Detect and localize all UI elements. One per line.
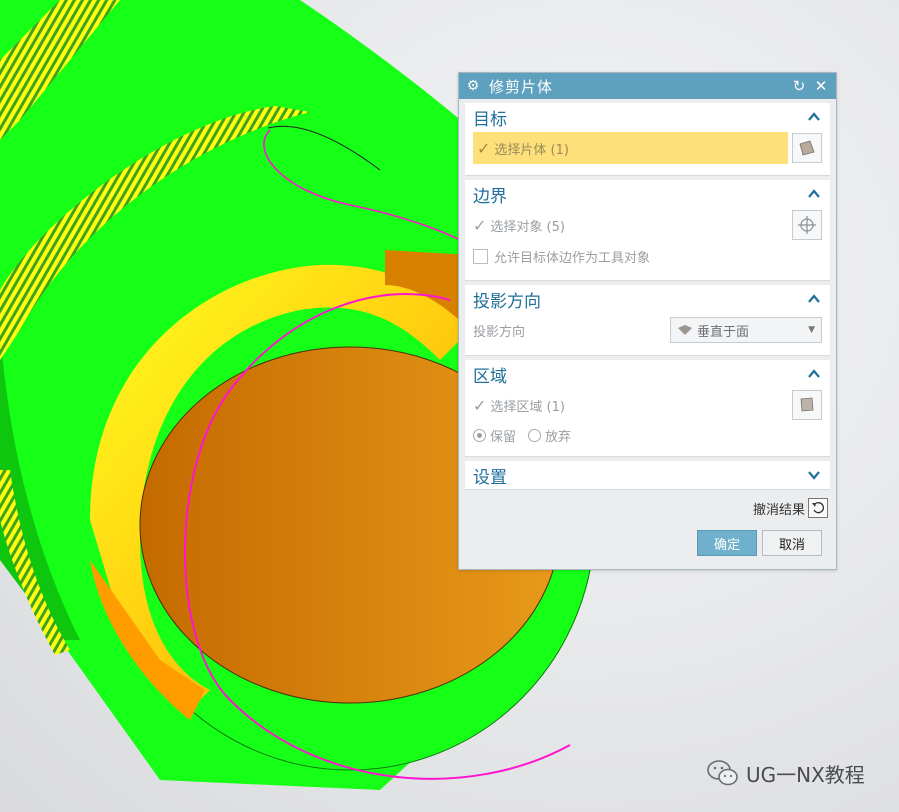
undo-result-label: 撤消结果 bbox=[752, 502, 805, 518]
section-settings: 设置 bbox=[465, 461, 830, 490]
allow-edge-checkbox[interactable] bbox=[473, 248, 488, 264]
section-target-title: 目标 bbox=[473, 109, 507, 130]
chevron-down-icon[interactable] bbox=[806, 467, 822, 483]
section-region-header[interactable]: 区域 bbox=[465, 360, 830, 388]
watermark-text: UG一NX教程 bbox=[746, 762, 865, 787]
undo-result-button[interactable] bbox=[808, 498, 828, 518]
sheet-body-icon bbox=[799, 140, 815, 156]
section-boundary-title: 边界 bbox=[473, 186, 507, 207]
wechat-icon bbox=[707, 760, 738, 786]
select-sheet-row[interactable]: ✓ 选择片体 (1) bbox=[473, 132, 788, 164]
region-select-button[interactable] bbox=[792, 390, 822, 420]
dialog-buttons: 确定 取消 bbox=[459, 530, 822, 556]
select-region-label: 选择区域 (1) bbox=[490, 399, 565, 415]
section-projection: 投影方向 投影方向 垂直于面 ▼ bbox=[465, 285, 830, 356]
chevron-up-icon[interactable] bbox=[806, 291, 822, 307]
sheet-select-button[interactable] bbox=[792, 133, 822, 163]
chevron-up-icon[interactable] bbox=[806, 186, 822, 202]
chevron-down-icon: ▼ bbox=[808, 325, 815, 335]
allow-edge-label: 允许目标体边作为工具对象 bbox=[494, 250, 651, 266]
projection-value: 垂直于面 bbox=[697, 324, 750, 340]
section-settings-header[interactable]: 设置 bbox=[465, 461, 830, 489]
select-object-row[interactable]: ✓ 选择对象 (5) bbox=[473, 216, 792, 235]
select-region-row[interactable]: ✓ 选择区域 (1) bbox=[473, 396, 792, 415]
section-region-title: 区域 bbox=[473, 366, 507, 387]
gear-icon: ⚙ bbox=[466, 78, 480, 94]
crosshair-icon bbox=[798, 216, 816, 234]
reset-icon[interactable]: ↻ bbox=[790, 77, 808, 95]
section-region: 区域 ✓ 选择区域 (1) 保留 放弃 bbox=[465, 360, 830, 457]
cancel-button[interactable]: 取消 bbox=[762, 530, 822, 556]
watermark: UG一NX教程 bbox=[706, 758, 865, 788]
keep-radio[interactable] bbox=[473, 428, 486, 442]
region-icon bbox=[800, 397, 814, 412]
cancel-label: 取消 bbox=[778, 537, 805, 553]
section-settings-title: 设置 bbox=[473, 467, 507, 488]
discard-radio[interactable] bbox=[528, 428, 542, 442]
section-projection-title: 投影方向 bbox=[473, 291, 541, 312]
chevron-up-icon[interactable] bbox=[806, 109, 822, 125]
ok-label: 确定 bbox=[713, 537, 740, 553]
select-sheet-label: 选择片体 (1) bbox=[494, 142, 569, 158]
section-target-header[interactable]: 目标 bbox=[465, 103, 830, 131]
check-icon: ✓ bbox=[473, 395, 487, 415]
section-boundary: 边界 ✓ 选择对象 (5) 允许目标体边作为工具对象 bbox=[465, 180, 830, 281]
object-select-button[interactable] bbox=[792, 210, 822, 240]
section-boundary-header[interactable]: 边界 bbox=[465, 180, 830, 208]
undo-icon bbox=[812, 502, 824, 514]
check-icon: ✓ bbox=[477, 138, 491, 158]
trim-sheet-dialog: ⚙ 修剪片体 ↻ ✕ 目标 ✓ 选择片体 (1) 边界 ✓ 选择对象 (5) 允… bbox=[458, 72, 837, 570]
undo-result-row: 撤消结果 bbox=[459, 498, 828, 518]
section-projection-header[interactable]: 投影方向 bbox=[465, 285, 830, 313]
discard-label: 放弃 bbox=[545, 429, 572, 445]
close-icon[interactable]: ✕ bbox=[812, 77, 830, 95]
select-object-label: 选择对象 (5) bbox=[490, 219, 565, 235]
projection-field-label: 投影方向 bbox=[473, 324, 526, 340]
normal-to-face-icon bbox=[678, 325, 692, 335]
projection-direction-select[interactable]: 垂直于面 ▼ bbox=[670, 317, 822, 343]
dialog-title: 修剪片体 bbox=[489, 77, 554, 96]
chevron-up-icon[interactable] bbox=[806, 366, 822, 382]
dialog-titlebar[interactable]: ⚙ 修剪片体 ↻ ✕ bbox=[459, 73, 836, 99]
ok-button[interactable]: 确定 bbox=[697, 530, 757, 556]
keep-label: 保留 bbox=[490, 429, 517, 445]
section-target: 目标 ✓ 选择片体 (1) bbox=[465, 103, 830, 176]
check-icon: ✓ bbox=[473, 215, 487, 235]
